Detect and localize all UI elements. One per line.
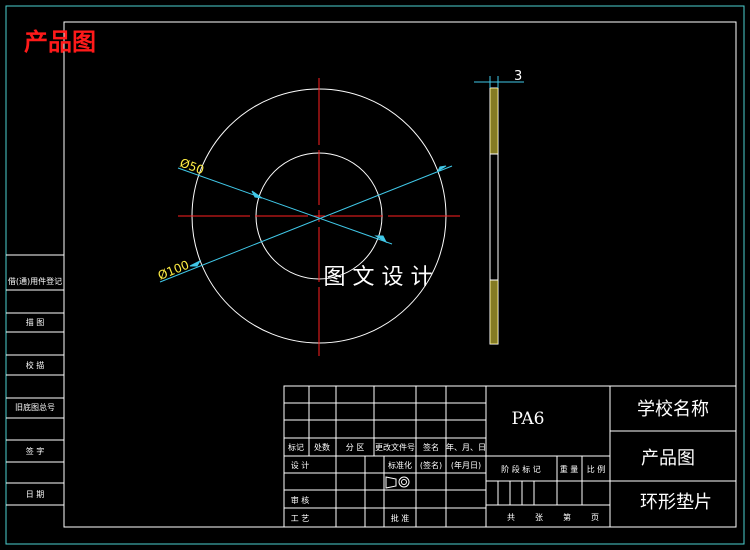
design-label: 设 计: [291, 460, 310, 470]
drawing-title: 产品图: [24, 28, 96, 56]
review-label: 审 核: [291, 495, 310, 505]
inner-diameter-label: Ø50: [178, 156, 206, 178]
strip-label-check-tracing: 校 描: [26, 360, 45, 370]
cad-drawing-canvas: 产品图 借(通)用件登记 描 图 校 描 旧底图总号 签 字 日 期 Ø50 Ø…: [5, 5, 745, 545]
strip-label-registration: 借(通)用件登记: [8, 276, 62, 286]
rev-header-sign: 签名: [423, 442, 439, 452]
school-name: 学校名称: [637, 399, 709, 420]
thickness-label: 3: [514, 69, 522, 84]
part-name: 环形垫片: [640, 492, 712, 513]
date-placeholder: (年月日): [451, 460, 481, 470]
sheet-total-suffix: 张: [535, 513, 543, 522]
centerlines: [178, 78, 460, 356]
strip-label-tracing: 描 图: [26, 317, 45, 327]
watermark-text: 图 文 设 计: [324, 265, 433, 290]
rev-header-date: 年、月、日: [446, 442, 486, 452]
rev-header-file: 更改文件号: [375, 442, 415, 452]
weight-header: 重 量: [560, 464, 579, 474]
standardization-label: 标准化: [388, 460, 412, 470]
sheet-num-prefix: 第: [563, 512, 571, 522]
strip-label-old-number: 旧底图总号: [15, 402, 55, 412]
left-record-strip: [6, 254, 64, 506]
process-label: 工 艺: [291, 514, 310, 523]
rev-header-zone: 分 区: [346, 443, 365, 452]
sheet-num-suffix: 页: [591, 513, 599, 522]
strip-label-date: 日 期: [26, 490, 45, 499]
scale-header: 比 例: [587, 464, 606, 474]
material-value: PA6: [512, 409, 545, 429]
signature-placeholder: (签名): [420, 460, 442, 470]
strip-label-signature: 签 字: [26, 446, 45, 456]
washer-front-view: Ø50 Ø100: [156, 78, 460, 356]
washer-side-view: 3: [474, 69, 524, 345]
sheet-total-prefix: 共: [507, 513, 515, 522]
rev-header-mark: 标记: [288, 442, 304, 452]
drawing-name: 产品图: [641, 448, 695, 469]
outer-diameter-label: Ø100: [156, 258, 191, 283]
approve-label: 批 准: [391, 513, 410, 523]
stage-mark-header: 阶 段 标 记: [501, 464, 541, 474]
rev-header-count: 处数: [314, 442, 330, 452]
